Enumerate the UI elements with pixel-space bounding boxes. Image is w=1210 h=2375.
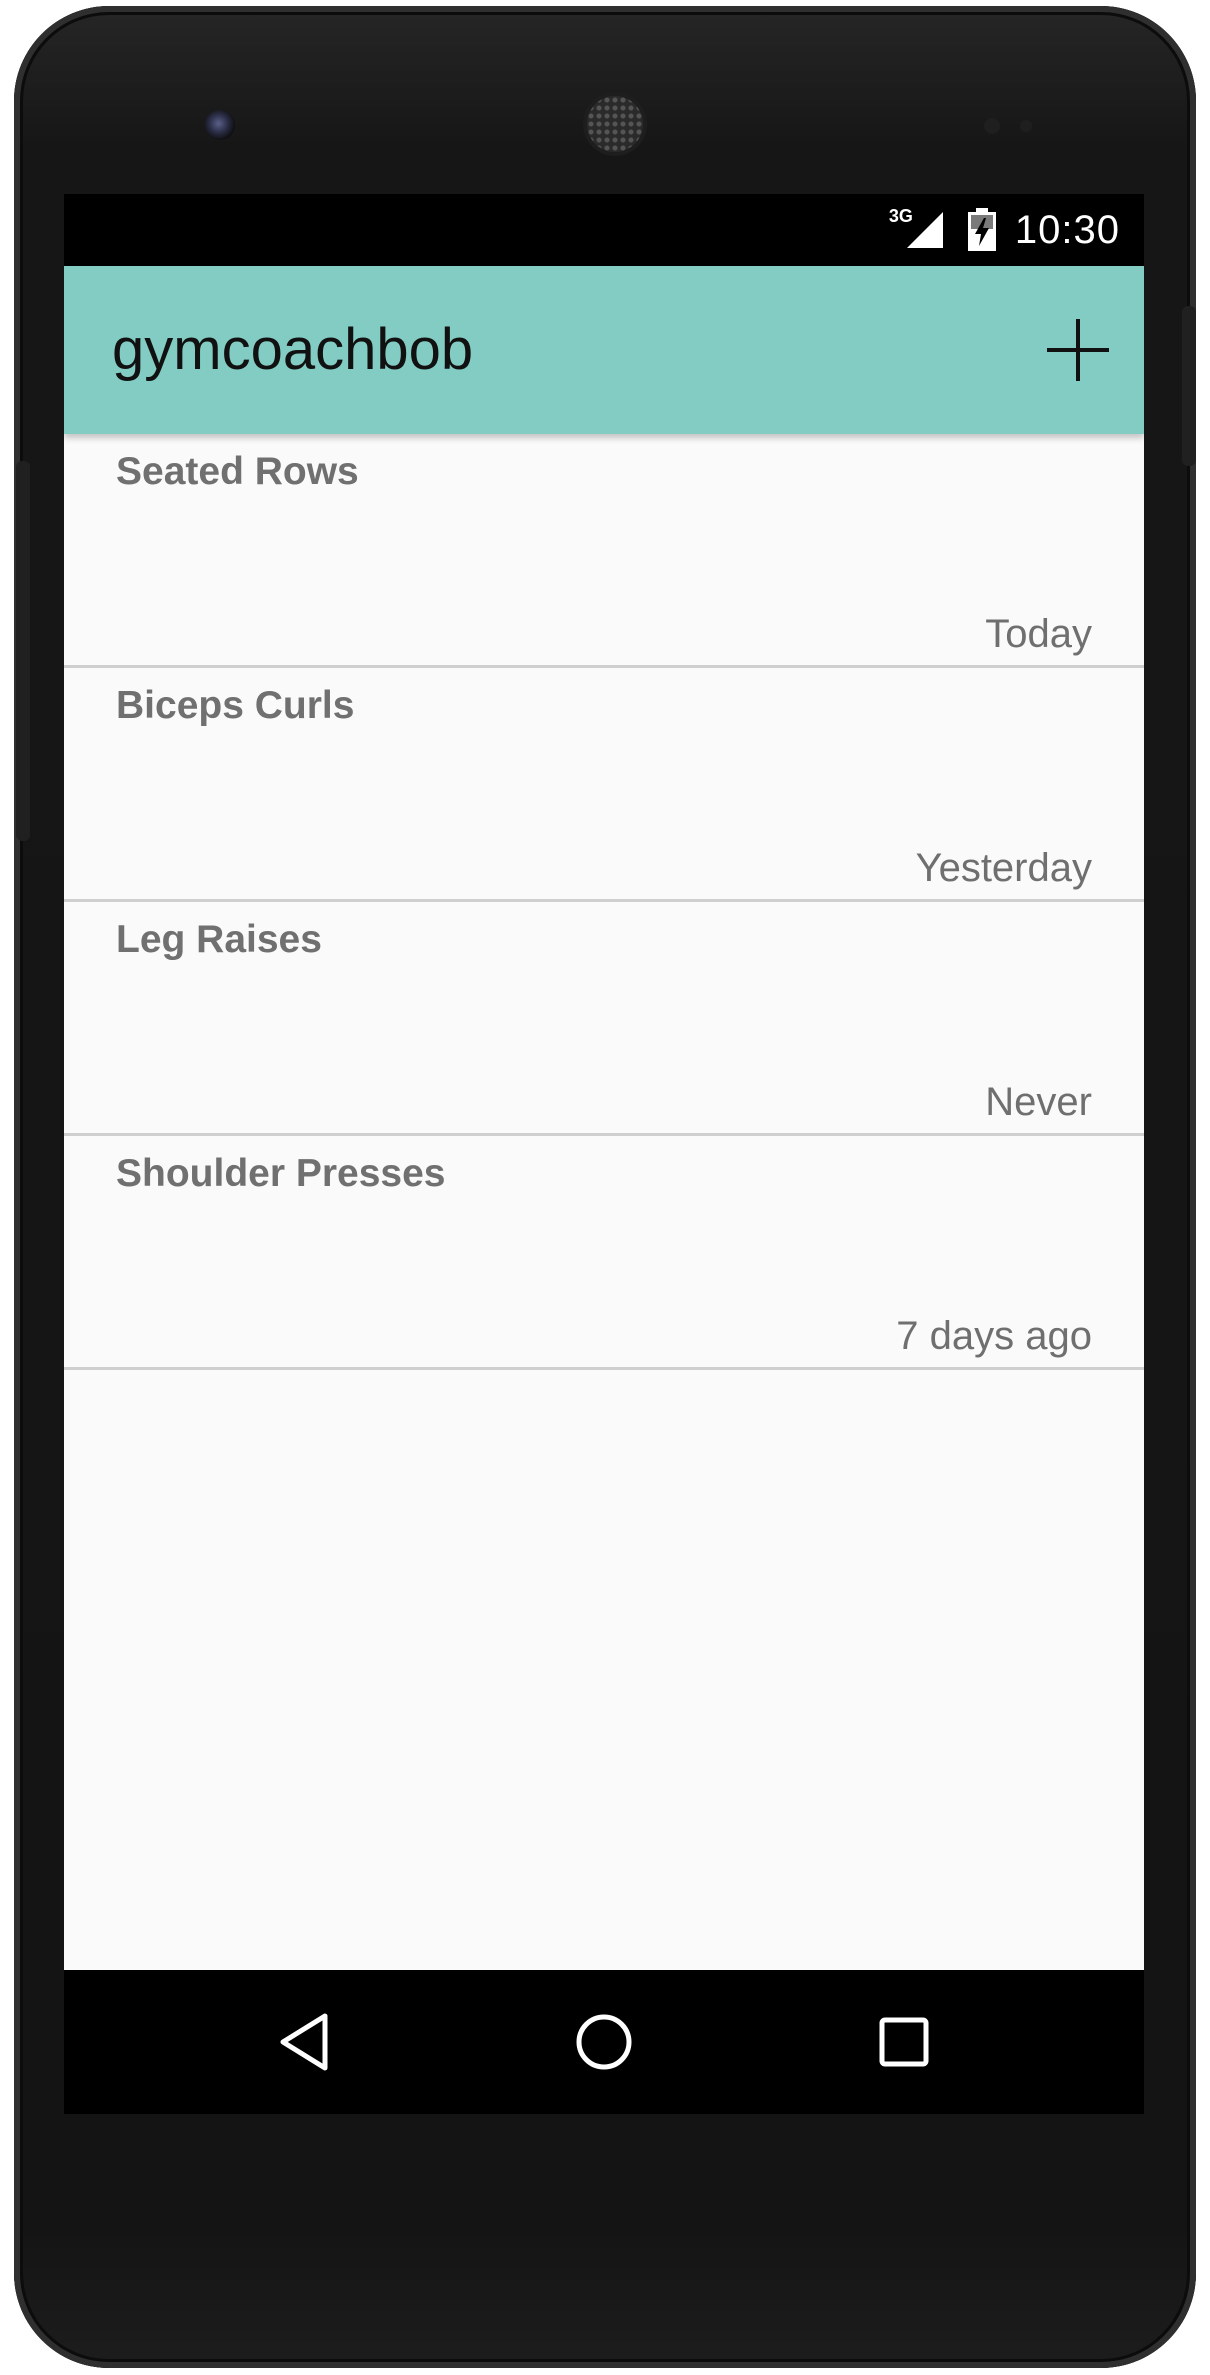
exercise-list-item[interactable]: Seated Rows Today: [64, 434, 1144, 668]
exercise-list-item[interactable]: Shoulder Presses 7 days ago: [64, 1136, 1144, 1370]
proximity-sensor: [984, 118, 1000, 134]
recents-button[interactable]: [864, 2002, 944, 2082]
screen: 3G 10:30 gymcoachbob Seated Rows Today B…: [64, 194, 1144, 2114]
exercise-last-done: 7 days ago: [896, 1314, 1092, 1358]
exercise-name: Biceps Curls: [116, 684, 355, 727]
exercise-name: Shoulder Presses: [116, 1152, 446, 1195]
volume-rocker: [16, 461, 30, 841]
front-camera: [205, 110, 235, 140]
status-bar: 3G 10:30: [64, 194, 1144, 266]
recents-square-icon: [879, 2017, 929, 2067]
status-indicators: 3G 10:30: [889, 194, 1120, 266]
exercise-name: Seated Rows: [116, 450, 359, 493]
add-exercise-button[interactable]: [1034, 306, 1122, 394]
exercise-list-item[interactable]: Leg Raises Never: [64, 902, 1144, 1136]
exercise-last-done: Today: [985, 612, 1092, 656]
battery-charging-icon: [967, 208, 996, 251]
network-type: 3G: [888, 205, 913, 226]
app-bar: gymcoachbob: [64, 266, 1144, 434]
light-sensor: [1020, 120, 1032, 132]
exercise-last-done: Never: [985, 1080, 1092, 1124]
home-circle-icon: [576, 2014, 632, 2070]
plus-icon: [1047, 319, 1109, 381]
back-triangle-icon: [280, 2013, 328, 2071]
exercise-list: Seated Rows Today Biceps Curls Yesterday…: [64, 434, 1144, 1370]
earpiece-speaker: [587, 96, 643, 152]
home-button[interactable]: [564, 2002, 644, 2082]
exercise-list-item[interactable]: Biceps Curls Yesterday: [64, 668, 1144, 902]
app-title: gymcoachbob: [112, 317, 474, 382]
back-button[interactable]: [267, 2002, 347, 2082]
exercise-last-done: Yesterday: [915, 846, 1092, 890]
power-button: [1182, 306, 1196, 466]
navigation-bar: [64, 1970, 1144, 2114]
status-clock: 10:30: [1014, 207, 1120, 252]
exercise-name: Leg Raises: [116, 918, 322, 961]
